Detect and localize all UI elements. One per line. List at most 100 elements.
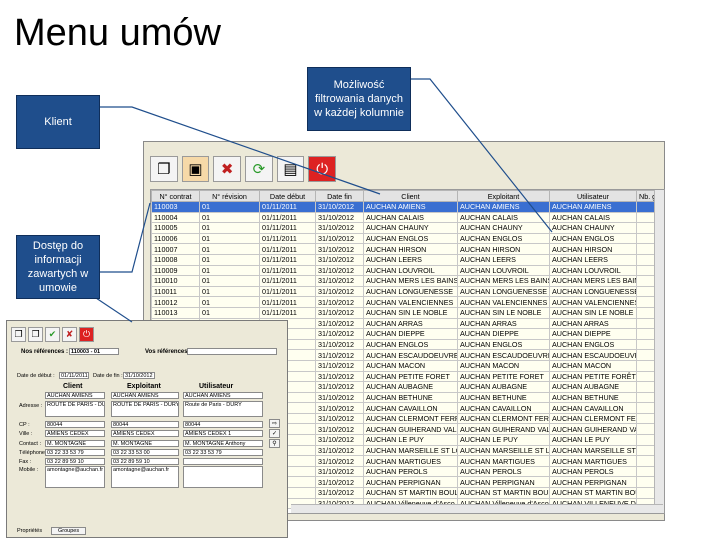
- exploitant-fax-field[interactable]: 03 22 89 59 10: [111, 458, 179, 465]
- validate-icon[interactable]: ✔: [45, 327, 60, 342]
- utilisateur-fax-field[interactable]: [183, 458, 263, 465]
- exploitant-cp-field[interactable]: 80044: [111, 421, 179, 428]
- start-date-field[interactable]: 01/11/2011: [59, 372, 89, 379]
- utilisateur-name-field[interactable]: AUCHAN AMIENS: [183, 392, 263, 399]
- vertical-scrollbar[interactable]: [654, 190, 664, 513]
- table-cell: AUCHAN LE PUY: [457, 434, 550, 446]
- callout-filtering: Możliwość filtrowania danych w każdej ko…: [307, 67, 411, 131]
- check-icon[interactable]: ✓: [269, 429, 280, 438]
- table-cell: AUCHAN AMIENS: [549, 201, 637, 213]
- table-cell: AUCHAN CAVAILLON: [549, 402, 637, 414]
- table-cell: AUCHAN VALENCIENNES: [363, 296, 458, 308]
- table-cell: AUCHAN SIN LE NOBLE: [363, 306, 458, 319]
- utilisateur-cp-field[interactable]: 80044: [183, 421, 263, 428]
- client-address-field[interactable]: ROUTE DE PARIS - DURY: [45, 401, 105, 417]
- table-cell: AUCHAN PERPIGNAN: [549, 476, 637, 489]
- table-row[interactable]: 110005 01 01/11/2011 31/10/2012 AUCHAN CHAUN…: [151, 222, 657, 234]
- copy-icon[interactable]: ❐: [11, 327, 26, 342]
- exit-icon[interactable]: ⏻: [79, 327, 94, 342]
- exploitant-name-field[interactable]: AUCHAN AMIENS: [111, 392, 179, 399]
- client-city-field[interactable]: AMIENS CEDEX: [45, 430, 105, 437]
- table-cell: 31/10/2012: [315, 381, 364, 393]
- table-cell: AUCHAN ESCAUDOEUVRES: [363, 349, 458, 361]
- delete-icon[interactable]: ✖: [213, 156, 242, 182]
- utilisateur-contact-field[interactable]: M. MONTAGNE Anthony: [183, 440, 263, 447]
- column-header[interactable]: Exploitant: [457, 190, 550, 202]
- your-refs-field[interactable]: [187, 348, 277, 355]
- client-fax-field[interactable]: 03 22 89 59 10: [45, 458, 105, 465]
- table-cell: 31/10/2012: [315, 465, 364, 478]
- client-name-field[interactable]: AUCHAN AMIENS: [45, 392, 105, 399]
- end-date-field[interactable]: 31/10/2012: [123, 372, 155, 379]
- cancel-icon[interactable]: ✘: [62, 327, 77, 342]
- table-cell: 01/11/2011: [259, 264, 316, 277]
- table-row[interactable]: 110004 01 01/11/2011 31/10/2012 AUCHAN CALAI…: [151, 211, 657, 224]
- link-icon[interactable]: ⚲: [269, 439, 280, 448]
- table-row[interactable]: 110008 01 01/11/2011 31/10/2012 AUCHAN LEERS…: [151, 253, 657, 266]
- table-cell: AUCHAN CALAIS: [363, 211, 458, 224]
- column-header[interactable]: N° contrat: [151, 190, 200, 202]
- client-contact-field[interactable]: M. MONTAGNE: [45, 440, 105, 447]
- exit-icon[interactable]: ⏻: [308, 156, 337, 182]
- table-cell: 110003: [151, 201, 200, 213]
- cp-label: CP :: [19, 422, 30, 428]
- tab-groups[interactable]: Groupes: [51, 527, 87, 535]
- table-cell: AUCHAN GUIHERAND VALENCE: [363, 423, 458, 436]
- table-row[interactable]: 110003 01 01/11/2011 31/10/2012 AUCHAN AMIEN…: [151, 201, 657, 213]
- utilisateur-address-field[interactable]: Route de Paris - DURY: [183, 401, 263, 417]
- table-cell: 110008: [151, 253, 200, 266]
- exploitant-phone-field[interactable]: 03 22 33 53 00: [111, 449, 179, 456]
- paste-icon[interactable]: ❐: [28, 327, 43, 342]
- table-cell: AUCHAN CLERMONT FERRAND: [457, 412, 550, 425]
- table-cell: AUCHAN AMIENS: [363, 201, 458, 213]
- table-cell: AUCHAN ESCAUDOEUVRES: [549, 349, 637, 361]
- table-cell: AUCHAN ENGLOS: [363, 338, 458, 351]
- detail-toolbar: ❐ ❐ ✔ ✘ ⏻: [11, 327, 94, 342]
- column-header[interactable]: Client: [363, 190, 458, 202]
- client-cp-field[interactable]: 80044: [45, 421, 105, 428]
- column-header[interactable]: Date fin: [315, 190, 364, 202]
- table-cell: 31/10/2012: [315, 434, 364, 446]
- column-header[interactable]: Utilisateur: [549, 190, 637, 202]
- table-cell: 31/10/2012: [315, 455, 364, 467]
- table-row[interactable]: 110013 01 01/11/2011 31/10/2012 AUCHAN SIN L…: [151, 306, 657, 319]
- table-row[interactable]: 110006 01 01/11/2011 31/10/2012 AUCHAN ENGLO…: [151, 232, 657, 245]
- exploitant-email-field[interactable]: amontagne@auchan.fr: [111, 466, 179, 488]
- table-cell: AUCHAN ESCAUDOEUVRES: [457, 349, 550, 361]
- tab-properties[interactable]: Propriétés: [17, 528, 42, 534]
- table-row[interactable]: 110007 01 01/11/2011 31/10/2012 AUCHAN HIRSO…: [151, 243, 657, 255]
- table-cell: 01: [199, 296, 260, 308]
- utilisateur-email-field[interactable]: [183, 466, 263, 488]
- table-cell: 31/10/2012: [315, 317, 364, 330]
- client-phone-field[interactable]: 03 22 33 53 79: [45, 449, 105, 456]
- print-icon[interactable]: ▤: [276, 156, 305, 182]
- table-row[interactable]: 110012 01 01/11/2011 31/10/2012 AUCHAN VALEN…: [151, 296, 657, 308]
- table-cell: AUCHAN VALENCIENNES: [457, 296, 550, 308]
- table-cell: 31/10/2012: [315, 349, 364, 361]
- arrow-right-icon[interactable]: ⇨: [269, 419, 280, 428]
- our-refs-field[interactable]: 110003 - 01: [69, 348, 119, 355]
- column-header[interactable]: Date début: [259, 190, 316, 202]
- utilisateur-city-field[interactable]: AMIENS CEDEX 1: [183, 430, 263, 437]
- exploitant-city-field[interactable]: AMIENS CEDEX: [111, 430, 179, 437]
- table-cell: AUCHAN AUBAGNE: [457, 381, 550, 393]
- client-email-field[interactable]: amontagne@auchan.fr: [45, 466, 105, 488]
- table-cell: AUCHAN PETITE FORET: [457, 370, 550, 383]
- table-cell: AUCHAN CHAUNY: [457, 222, 550, 234]
- horizontal-scrollbar[interactable]: [291, 504, 663, 513]
- refresh-icon[interactable]: ⟳: [245, 156, 273, 182]
- exploitant-address-field[interactable]: ROUTE DE PARIS - DURY: [111, 401, 179, 417]
- table-cell: AUCHAN MARSEILLE ST LOUP: [457, 444, 550, 457]
- column-header[interactable]: N° révision: [199, 190, 260, 202]
- exploitant-contact-field[interactable]: M. MONTAGNE: [111, 440, 179, 447]
- edit-icon[interactable]: ▣: [181, 156, 210, 182]
- table-cell: 01/11/2011: [259, 296, 316, 308]
- table-cell: 01/11/2011: [259, 275, 316, 287]
- table-cell: 01: [199, 232, 260, 245]
- table-row[interactable]: 110010 01 01/11/2011 31/10/2012 AUCHAN MERS …: [151, 275, 657, 287]
- copy-icon[interactable]: ❐: [150, 156, 178, 182]
- table-cell: AUCHAN ARRAS: [549, 317, 637, 330]
- table-row[interactable]: 110009 01 01/11/2011 31/10/2012 AUCHAN LOUVR…: [151, 264, 657, 277]
- utilisateur-phone-field[interactable]: 03 22 33 53 79: [183, 449, 263, 456]
- table-row[interactable]: 110011 01 01/11/2011 31/10/2012 AUCHAN LONGU…: [151, 285, 657, 298]
